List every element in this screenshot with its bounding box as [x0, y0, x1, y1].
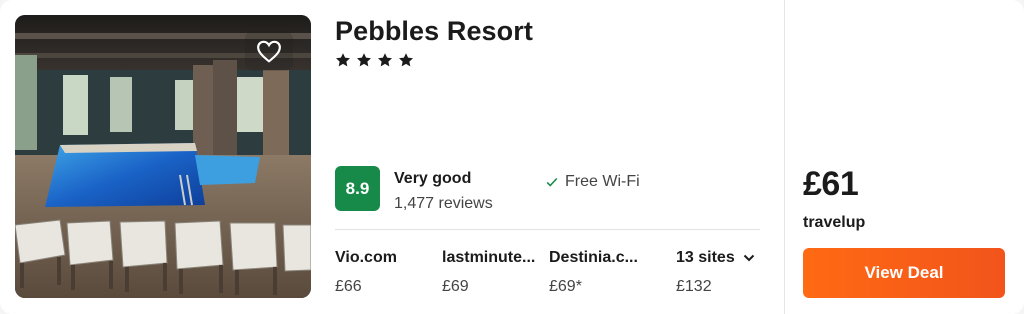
more-sites-price: £132 — [676, 278, 712, 295]
review-count[interactable]: 1,477 reviews — [394, 195, 493, 213]
provider-name: lastminute... — [442, 249, 536, 266]
column-divider — [784, 0, 785, 314]
star-rating — [335, 52, 414, 68]
more-sites-label: 13 sites — [676, 249, 735, 266]
star-icon — [336, 53, 350, 67]
view-deal-button[interactable]: View Deal — [803, 248, 1005, 298]
provider-vio[interactable]: Vio.com £66 — [335, 249, 397, 296]
check-icon — [546, 177, 558, 187]
hotel-name[interactable]: Pebbles Resort — [335, 16, 533, 47]
star-icon — [357, 53, 371, 67]
rating-label: Very good — [394, 170, 472, 187]
provider-name: Vio.com — [335, 249, 397, 266]
favorite-button[interactable] — [245, 31, 293, 71]
rating-score-badge: 8.9 — [335, 166, 380, 211]
amenity-wifi: Free Wi-Fi — [545, 173, 640, 191]
deal-price: £61 — [803, 165, 859, 203]
provider-price: £69* — [549, 278, 582, 295]
more-sites-dropdown[interactable]: 13 sites £132 — [676, 249, 755, 296]
provider-name: Destinia.c... — [549, 249, 638, 266]
amenity-label: Free Wi-Fi — [565, 173, 640, 190]
more-sites-label-row: 13 sites — [676, 249, 755, 267]
provider-price: £69 — [442, 278, 469, 295]
heart-outline-icon — [257, 40, 281, 63]
provider-price: £66 — [335, 278, 362, 295]
hotel-result-card: Pebbles Resort 8.9 Very good 1,477 revie… — [0, 0, 1024, 314]
deal-provider: travelup — [803, 214, 866, 231]
provider-lastminute[interactable]: lastminute... £69 — [442, 249, 535, 296]
star-icon — [399, 53, 413, 67]
divider — [335, 229, 760, 230]
provider-destinia[interactable]: Destinia.c... £69* — [549, 249, 638, 296]
chevron-down-icon — [743, 254, 754, 262]
star-icon — [378, 53, 392, 67]
